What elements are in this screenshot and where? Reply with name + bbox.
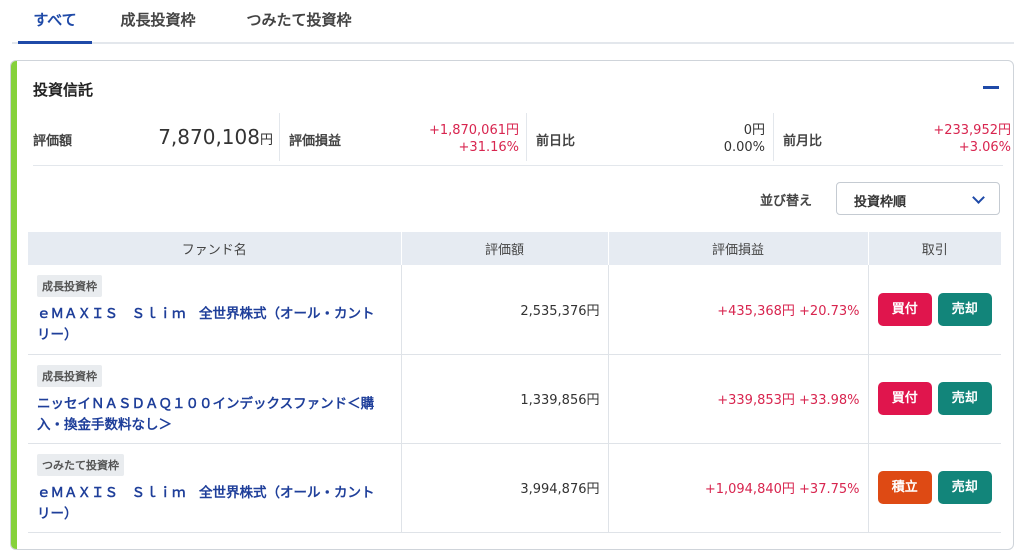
fund-table: ファンド名 評価額 評価損益 取引 成長投資枠 ｅＭＡＸＩＳ Ｓｌｉｍ 全世界株… bbox=[28, 232, 1001, 533]
fund-valuation: 3,994,876円 bbox=[400, 443, 608, 533]
fund-valuation: 2,535,376円 bbox=[400, 265, 608, 355]
fund-pl-amount: +339,853円 bbox=[717, 393, 795, 408]
divider bbox=[526, 113, 527, 161]
sell-button[interactable]: 売却 bbox=[937, 382, 992, 415]
fund-pl: +1,094,840円 +37.75% bbox=[607, 443, 868, 533]
fund-pl-amount: +435,368円 bbox=[717, 303, 795, 319]
sell-button[interactable]: 売却 bbox=[937, 471, 992, 504]
summary-row: 評価額 7,870,108円 評価損益 +1,870,061円 +31.16% … bbox=[33, 111, 1011, 166]
table-row: 成長投資枠 ニッセイＮＡＳＤＡＱ１００インデックスファンド＜購入・換金手数料なし… bbox=[28, 354, 1001, 444]
sort-value: 投資枠順 bbox=[854, 195, 907, 210]
accumulate-button[interactable]: 積立 bbox=[877, 471, 932, 504]
account-badge: つみたて投資枠 bbox=[37, 453, 124, 476]
account-badge: 成長投資枠 bbox=[37, 364, 102, 387]
tab-bar: すべて 成長投資枠 つみたて投資枠 bbox=[12, 0, 1014, 44]
minus-icon[interactable] bbox=[983, 86, 999, 89]
fund-name-link[interactable]: ｅＭＡＸＩＳ Ｓｌｉｍ 全世界株式（オール・カントリー） bbox=[37, 304, 382, 346]
fund-pl-percent: +20.73% bbox=[799, 303, 860, 319]
section-title: 投資信託 bbox=[33, 81, 94, 99]
month-change-amount: +233,952円 bbox=[933, 123, 1011, 138]
header-valuation: 評価額 bbox=[400, 232, 608, 265]
tab-growth[interactable]: 成長投資枠 bbox=[108, 0, 208, 42]
trade-cell: 買付 売却 bbox=[867, 265, 1001, 355]
sort-label: 並び替え bbox=[760, 194, 813, 209]
tab-all[interactable]: すべて bbox=[18, 0, 92, 44]
divider bbox=[773, 113, 774, 161]
day-change-percent: 0.00% bbox=[723, 140, 765, 155]
fund-cell: 成長投資枠 ニッセイＮＡＳＤＡＱ１００インデックスファンド＜購入・換金手数料なし… bbox=[28, 354, 401, 444]
valuation-total: 7,870,108円 bbox=[133, 125, 273, 149]
fund-pl-percent: +37.75% bbox=[799, 482, 860, 497]
pl-percent: +31.16% bbox=[458, 140, 519, 155]
fund-cell: つみたて投資枠 ｅＭＡＸＩＳ Ｓｌｉｍ 全世界株式（オール・カントリー） bbox=[28, 443, 401, 533]
fund-pl-percent: +33.98% bbox=[799, 393, 860, 408]
sell-button[interactable]: 売却 bbox=[937, 292, 992, 326]
buy-button[interactable]: 買付 bbox=[877, 292, 932, 326]
fund-pl: +435,368円 +20.73% bbox=[607, 265, 868, 355]
fund-valuation: 1,339,856円 bbox=[400, 354, 608, 444]
month-change-percent: +3.06% bbox=[958, 140, 1011, 155]
chevron-down-icon bbox=[972, 191, 985, 204]
card-accent-bar bbox=[11, 61, 17, 549]
header-trade: 取引 bbox=[867, 232, 1001, 265]
fund-cell: 成長投資枠 ｅＭＡＸＩＳ Ｓｌｉｍ 全世界株式（オール・カントリー） bbox=[28, 265, 401, 355]
valuation-value: 7,870,108 bbox=[158, 125, 260, 149]
header-pl: 評価損益 bbox=[607, 232, 868, 265]
account-badge: 成長投資枠 bbox=[37, 275, 102, 297]
day-change-amount: 0円 bbox=[743, 123, 765, 138]
table-row: 成長投資枠 ｅＭＡＸＩＳ Ｓｌｉｍ 全世界株式（オール・カントリー） 2,535… bbox=[28, 265, 1001, 355]
month-change-label: 前月比 bbox=[783, 134, 823, 149]
trade-cell: 積立 売却 bbox=[867, 443, 1001, 533]
day-change-label: 前日比 bbox=[536, 134, 576, 149]
buy-button[interactable]: 買付 bbox=[877, 382, 932, 415]
table-row: つみたて投資枠 ｅＭＡＸＩＳ Ｓｌｉｍ 全世界株式（オール・カントリー） 3,9… bbox=[28, 443, 1001, 533]
fund-name-link[interactable]: ニッセイＮＡＳＤＡＱ１００インデックスファンド＜購入・換金手数料なし＞ bbox=[37, 394, 382, 436]
fund-pl-amount: +1,094,840円 bbox=[704, 482, 795, 497]
tab-tsumitate[interactable]: つみたて投資枠 bbox=[234, 0, 364, 42]
fund-pl: +339,853円 +33.98% bbox=[607, 354, 868, 444]
fund-name-link[interactable]: ｅＭＡＸＩＳ Ｓｌｉｍ 全世界株式（オール・カントリー） bbox=[37, 483, 382, 525]
pl-label: 評価損益 bbox=[289, 134, 342, 149]
sort-select[interactable]: 投資枠順 bbox=[836, 182, 1000, 215]
header-fund-name: ファンド名 bbox=[28, 232, 401, 265]
pl-amount: +1,870,061円 bbox=[428, 123, 519, 138]
trade-cell: 買付 売却 bbox=[867, 354, 1001, 444]
valuation-unit: 円 bbox=[259, 133, 273, 148]
valuation-label: 評価額 bbox=[33, 134, 73, 149]
divider bbox=[279, 113, 280, 161]
